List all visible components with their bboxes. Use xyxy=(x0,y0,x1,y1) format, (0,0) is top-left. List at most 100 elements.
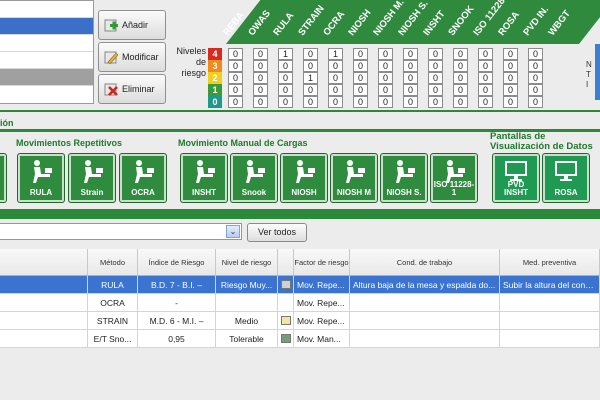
level-count-cell: 0 xyxy=(478,72,493,84)
cell-method: OCRA xyxy=(88,294,138,312)
risk-flag-icon xyxy=(281,334,291,343)
list-item[interactable] xyxy=(0,35,93,52)
method-button-niosh-s-[interactable]: NIOSH S. xyxy=(381,154,427,202)
risk-level-2: 2 xyxy=(208,72,222,84)
cell-cond xyxy=(350,312,500,330)
worker-icon xyxy=(135,160,154,183)
scrollbar[interactable] xyxy=(595,44,600,100)
cell-index: - xyxy=(138,294,216,312)
method-button-label: INSHT xyxy=(192,188,216,197)
cell-cond xyxy=(350,294,500,312)
modify-button[interactable]: Modificar xyxy=(98,42,166,72)
cell-factor: Mov. Repe... xyxy=(294,276,350,294)
section-label-repetitive: Movimientos Repetitivos xyxy=(16,138,123,148)
method-button-iso-11228-1[interactable]: ISO 11228-1 xyxy=(431,154,477,202)
level-count-cell: 0 xyxy=(428,96,443,108)
level-count-cell: 0 xyxy=(528,60,543,72)
level-count-cell: 0 xyxy=(403,84,418,96)
method-button-snook[interactable]: Snook xyxy=(231,154,277,202)
list-item[interactable] xyxy=(0,52,93,69)
risk-level-1: 1 xyxy=(208,84,222,96)
cell-med xyxy=(500,312,600,330)
view-all-button[interactable]: Ver todos xyxy=(247,223,307,242)
group-list[interactable] xyxy=(0,0,94,104)
table-row[interactable]: OCRA - Mov. Repe... xyxy=(0,294,600,312)
add-icon xyxy=(103,17,119,33)
table-header-method[interactable]: Método xyxy=(88,249,138,276)
section-label-partial: ión xyxy=(0,118,14,128)
method-button-label: OCRA xyxy=(131,188,155,197)
level-count-cell: 0 xyxy=(253,60,268,72)
level-count-cell: 0 xyxy=(453,72,468,84)
level-count-cell: 0 xyxy=(328,96,343,108)
cell-blank xyxy=(0,276,88,294)
level-count-cell: 0 xyxy=(378,96,393,108)
chevron-down-icon[interactable]: ⌄ xyxy=(226,225,240,238)
level-count-cell: 0 xyxy=(228,48,243,60)
method-button-rosa[interactable]: ROSA xyxy=(543,154,589,202)
table-row[interactable]: STRAIN M.D. 6 - M.I. – Medio Mov. Repe... xyxy=(0,312,600,330)
table-row[interactable]: RULA B.D. 7 - B.I. – Riesgo Muy... Mov. Rep… xyxy=(0,276,600,294)
add-button[interactable]: Añadir xyxy=(98,10,166,40)
level-count-cell: 0 xyxy=(353,96,368,108)
table-header-factor[interactable]: Factor de riesgo xyxy=(294,249,350,276)
cell-med: Subir la altura del contene xyxy=(500,276,600,294)
level-count-cell: 0 xyxy=(253,96,268,108)
cell-blank xyxy=(0,330,88,348)
level-count-cell: 1 xyxy=(303,72,318,84)
risk-level-4: 4 xyxy=(208,48,222,60)
cell-factor: Mov. Repe... xyxy=(294,294,350,312)
method-button-pvd-insht[interactable]: PVD INSHT xyxy=(493,154,539,202)
level-count-cell: 0 xyxy=(328,72,343,84)
level-count-cell: 0 xyxy=(228,72,243,84)
list-item[interactable] xyxy=(0,69,93,86)
worker-icon xyxy=(196,160,215,183)
table-header-flag[interactable] xyxy=(278,249,294,276)
cell-level xyxy=(216,294,278,312)
cell-cond xyxy=(350,330,500,348)
delete-button[interactable]: Eliminar xyxy=(98,74,166,104)
level-count-cell: 0 xyxy=(353,84,368,96)
method-button-niosh[interactable]: NIOSH xyxy=(281,154,327,202)
level-count-cell: 0 xyxy=(278,60,293,72)
method-button-partial[interactable] xyxy=(0,154,6,202)
level-count-cell: 1 xyxy=(278,48,293,60)
level-count-cell: 0 xyxy=(353,48,368,60)
table-header-index[interactable]: Índice de Riesgo xyxy=(138,249,216,276)
method-column-header: WBGT xyxy=(546,0,600,44)
table-header-measure[interactable]: Med. preventiva xyxy=(500,249,600,276)
cell-level: Riesgo Muy... xyxy=(216,276,278,294)
table-row[interactable]: E/T Sno... 0,95 Tolerable Mov. Man... xyxy=(0,330,600,348)
method-button-insht[interactable]: INSHT xyxy=(181,154,227,202)
level-count-cell: 0 xyxy=(253,72,268,84)
worker-icon xyxy=(296,160,315,183)
right-edge-letter: T xyxy=(586,70,591,79)
level-count-cell: 0 xyxy=(403,96,418,108)
section-divider xyxy=(0,110,600,112)
method-button-label: NIOSH xyxy=(291,188,317,197)
method-button-label: PVD INSHT xyxy=(504,180,528,197)
table-header-level[interactable]: Nivel de riesgo xyxy=(216,249,278,276)
level-count-cell: 0 xyxy=(453,48,468,60)
level-count-cell: 0 xyxy=(303,60,318,72)
level-count-cell: 0 xyxy=(253,48,268,60)
method-button-rula[interactable]: RULA xyxy=(18,154,64,202)
list-item[interactable] xyxy=(0,1,93,18)
section-label-manual: Movimiento Manual de Cargas xyxy=(178,138,308,148)
worker-icon xyxy=(246,160,265,183)
table-header-conditions[interactable]: Cond. de trabajo xyxy=(350,249,500,276)
level-count-cell: 0 xyxy=(228,60,243,72)
filter-select[interactable]: ⌄ xyxy=(0,223,242,240)
level-count-cell: 0 xyxy=(228,84,243,96)
cell-med xyxy=(500,330,600,348)
method-button-niosh-m[interactable]: NIOSH M xyxy=(331,154,377,202)
worker-icon xyxy=(396,160,415,183)
level-count-cell: 0 xyxy=(503,84,518,96)
level-count-cell: 0 xyxy=(253,84,268,96)
level-count-cell: 0 xyxy=(378,60,393,72)
list-item-selected[interactable] xyxy=(0,18,93,35)
level-count-cell: 0 xyxy=(278,96,293,108)
method-button-strain[interactable]: Strain xyxy=(69,154,115,202)
method-button-ocra[interactable]: OCRA xyxy=(120,154,166,202)
method-button-label: ISO 11228-1 xyxy=(433,180,475,197)
